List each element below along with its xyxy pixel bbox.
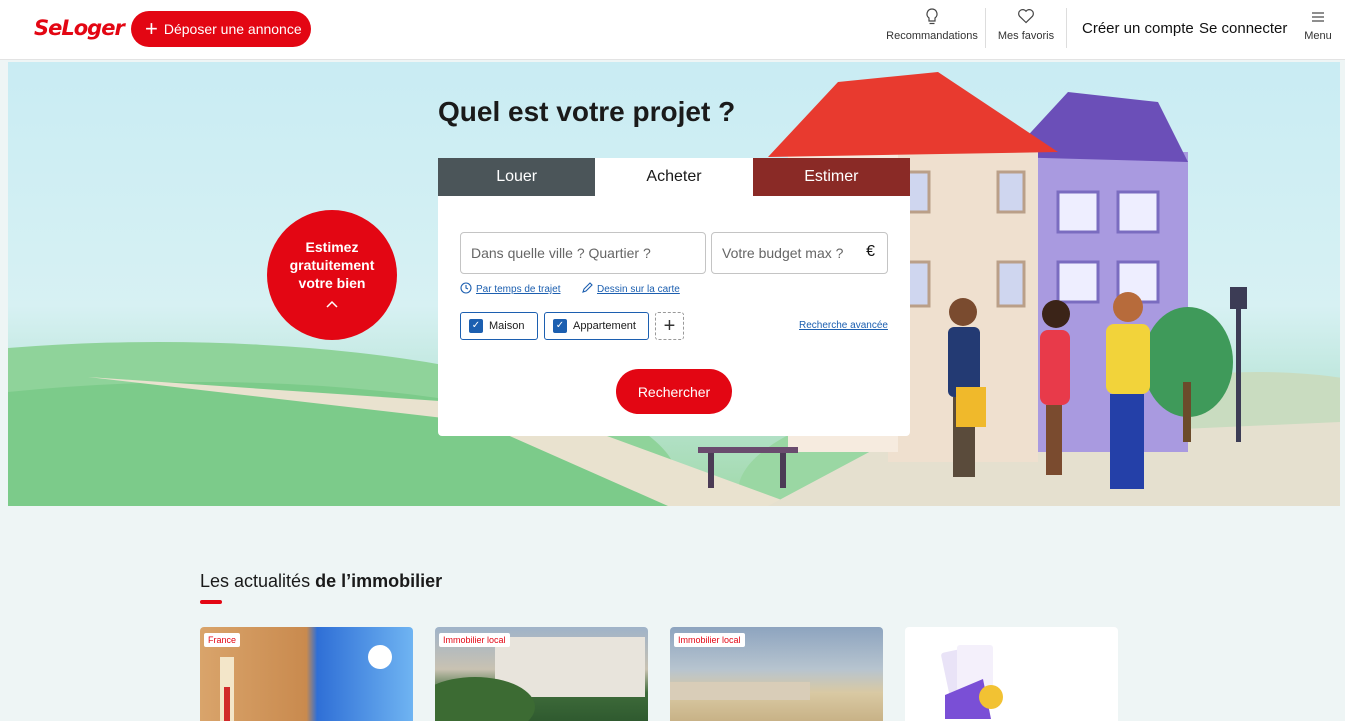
type-chip-maison[interactable]: ✓ Maison — [460, 312, 538, 340]
tab-estimer[interactable]: Estimer — [752, 158, 910, 196]
budget-placeholder: Votre budget max ? — [722, 245, 844, 261]
advanced-search-link[interactable]: Recherche avancée — [799, 320, 888, 331]
news-title-bold: de l’immobilier — [315, 571, 443, 591]
header-divider — [1066, 8, 1067, 48]
favorites-button[interactable]: Mes favoris — [992, 8, 1060, 48]
appartement-label: Appartement — [573, 320, 636, 332]
plus-icon: + — [145, 16, 158, 41]
site-header: SeLoger + Déposer une annonce Recommanda… — [0, 0, 1345, 60]
hero-title: Quel est votre projet ? — [438, 96, 736, 127]
menu-button[interactable]: Menu — [1298, 8, 1338, 48]
recommendations-button[interactable]: Recommandations — [884, 8, 980, 48]
checkbox-checked-icon: ✓ — [553, 319, 567, 333]
header-divider — [985, 8, 986, 48]
estimate-line-1: Estimez — [305, 239, 359, 255]
travel-time-label: Par temps de trajet — [476, 284, 561, 295]
news-card[interactable]: Immobilier local — [435, 627, 648, 721]
tab-louer[interactable]: Louer — [438, 158, 596, 196]
title-accent-bar — [200, 600, 222, 604]
post-ad-label: Déposer une annonce — [163, 21, 302, 37]
estimate-badge[interactable]: Estimez gratuitement votre bien — [267, 210, 397, 340]
news-title-regular: Les actualités — [200, 571, 316, 591]
project-tabs: Louer Acheter Estimer — [438, 158, 910, 196]
megaphone-documents-image — [941, 645, 1003, 719]
news-card[interactable] — [905, 627, 1118, 721]
euro-icon: € — [866, 243, 875, 260]
news-card[interactable]: France — [200, 627, 413, 721]
draw-map-label: Dessin sur la carte — [597, 284, 680, 295]
draw-map-link[interactable]: Dessin sur la carte — [581, 282, 680, 297]
hamburger-menu-icon — [1298, 8, 1338, 30]
news-card[interactable]: Immobilier local — [670, 627, 883, 721]
pencil-icon — [581, 282, 593, 297]
seloger-logo[interactable]: SeLoger — [34, 16, 125, 40]
news-section-title: Les actualités de l’immobilier — [200, 571, 442, 592]
type-chip-appartement[interactable]: ✓ Appartement — [544, 312, 649, 340]
maison-label: Maison — [489, 320, 525, 332]
clock-icon — [460, 282, 472, 297]
favorites-label: Mes favoris — [997, 30, 1055, 42]
add-type-button[interactable]: + — [655, 312, 684, 340]
search-button[interactable]: Rechercher — [616, 369, 732, 414]
checkbox-checked-icon: ✓ — [469, 319, 483, 333]
news-tag: France — [204, 633, 241, 647]
news-tag: Immobilier local — [674, 633, 745, 647]
search-panel: Dans quelle ville ? Quartier ? Votre bud… — [438, 196, 910, 436]
estimate-line-3: votre bien — [298, 275, 366, 291]
tab-acheter[interactable]: Acheter — [595, 158, 753, 196]
travel-time-link[interactable]: Par temps de trajet — [460, 282, 560, 297]
create-account-link[interactable]: Créer un compte — [1082, 20, 1194, 37]
heart-icon — [992, 8, 1060, 30]
recommendations-label: Recommandations — [886, 30, 978, 42]
login-link[interactable]: Se connecter — [1199, 20, 1287, 37]
budget-input[interactable]: Votre budget max ? € — [711, 232, 888, 274]
chevron-up-icon — [267, 294, 397, 312]
estimate-line-2: gratuitement — [289, 257, 375, 273]
city-input[interactable]: Dans quelle ville ? Quartier ? — [460, 232, 706, 274]
lightbulb-icon — [884, 8, 980, 30]
news-tag: Immobilier local — [439, 633, 510, 647]
post-ad-button[interactable]: + Déposer une annonce — [131, 11, 311, 47]
menu-label: Menu — [1304, 30, 1332, 42]
